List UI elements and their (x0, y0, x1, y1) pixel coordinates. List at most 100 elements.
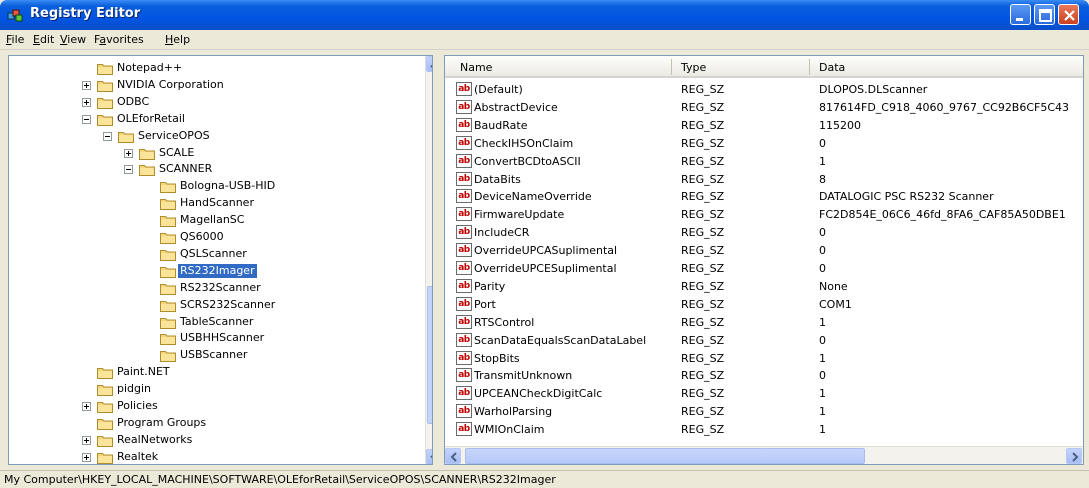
list-item[interactable]: ab TransmitUnknown REG_SZ 0 (445, 367, 1083, 385)
value-type: REG_SZ (681, 190, 725, 204)
tree-item[interactable]: MagellanSC (9, 212, 419, 230)
list-item[interactable]: ab CheckIHSOnClaim REG_SZ 0 (445, 135, 1083, 153)
list-item[interactable]: ab OverrideUPCESuplimental REG_SZ 0 (445, 260, 1083, 278)
list-item[interactable]: ab (Default) REG_SZ DLOPOS.DLScanner (445, 81, 1083, 99)
tree-item[interactable]: Paint.NET (9, 364, 419, 382)
tree-item[interactable]: SCRS232Scanner (9, 297, 419, 315)
value-name: ScanDataEqualsScanDataLabel (474, 333, 647, 347)
value-data: FC2D854E_06C6_46fd_8FA6_CAF85A50DBE1 (819, 208, 1066, 222)
tree-item[interactable]: QS6000 (9, 229, 419, 247)
value-type: REG_SZ (681, 154, 725, 168)
scroll-up-button[interactable] (426, 56, 432, 72)
expand-icon[interactable] (124, 148, 133, 158)
collapse-icon[interactable] (82, 114, 91, 124)
tree-item[interactable]: RS232Imager (9, 263, 419, 281)
tree-item[interactable]: Notepad++ (9, 60, 419, 78)
list-item[interactable]: ab WMIOnClaim REG_SZ 1 (445, 421, 1083, 439)
value-name: RTSControl (474, 315, 535, 329)
tree-item-label: Program Groups (117, 415, 207, 429)
close-button[interactable] (1058, 4, 1079, 25)
string-value-icon: ab (456, 135, 472, 150)
tree-vertical-scrollbar[interactable] (425, 56, 432, 464)
status-bar: My Computer\HKEY_LOCAL_MACHINE\SOFTWARE\… (0, 470, 1089, 488)
column-divider[interactable] (809, 59, 810, 75)
chevron-up-icon (430, 64, 432, 68)
expand-icon[interactable] (82, 435, 91, 445)
tree-scroll-thumb[interactable] (427, 286, 432, 424)
list-item[interactable]: ab OverrideUPCASuplimental REG_SZ 0 (445, 242, 1083, 260)
tree-item[interactable]: QSLScanner (9, 246, 419, 264)
list-item[interactable]: ab AbstractDevice REG_SZ 817614FD_C918_4060… (445, 99, 1083, 117)
value-name: UPCEANCheckDigitCalc (474, 387, 603, 401)
scroll-left-button[interactable] (445, 448, 461, 464)
tree-item[interactable]: USBScanner (9, 347, 419, 365)
list-item[interactable]: ab ScanDataEqualsScanDataLabel REG_SZ 0 (445, 332, 1083, 350)
expand-icon[interactable] (82, 402, 91, 411)
registry-key-tree[interactable]: Notepad++ NVIDIA Corporation ODBC OLEforRet… (8, 55, 433, 465)
expand-icon[interactable] (82, 452, 91, 462)
title-bar[interactable]: Registry Editor (0, 0, 1089, 30)
tree-item[interactable]: pidgin (9, 381, 419, 399)
maximize-button[interactable] (1034, 4, 1055, 25)
minimize-button[interactable] (1010, 4, 1031, 25)
scroll-right-button[interactable] (1066, 448, 1082, 464)
tree-item[interactable]: HandScanner (9, 195, 419, 213)
menu-help[interactable]: Help (165, 33, 190, 46)
list-horizontal-scrollbar[interactable] (445, 446, 1083, 464)
menu-view[interactable]: View (60, 33, 86, 46)
value-data: None (819, 279, 848, 293)
folder-icon (97, 383, 113, 397)
value-type: REG_SZ (681, 351, 725, 365)
tree-item[interactable]: ServiceOPOS (9, 128, 419, 146)
tree-item[interactable]: RealNetworks (9, 432, 419, 450)
list-item[interactable]: ab DeviceNameOverride REG_SZ DATALOGIC PSC … (445, 188, 1083, 206)
tree-item[interactable]: Realtek (9, 449, 419, 464)
list-item[interactable]: ab RTSControl REG_SZ 1 (445, 314, 1083, 332)
tree-item-label: MagellanSC (180, 213, 245, 227)
tree-item[interactable]: USBHHScanner (9, 330, 419, 348)
list-item[interactable]: ab WarholParsing REG_SZ 1 (445, 403, 1083, 421)
list-item[interactable]: ab ConvertBCDtoASCII REG_SZ 1 (445, 153, 1083, 171)
tree-item[interactable]: ODBC (9, 94, 419, 112)
list-header: Name Type Data (445, 56, 1083, 78)
folder-icon (97, 400, 113, 413)
list-item[interactable]: ab IncludeCR REG_SZ 0 (445, 224, 1083, 242)
collapse-icon[interactable] (103, 131, 112, 141)
tree-item[interactable]: SCANNER (9, 161, 419, 179)
menu-favorites[interactable]: Favorites (94, 33, 144, 46)
list-item[interactable]: ab StopBits REG_SZ 1 (445, 350, 1083, 368)
list-scroll-thumb[interactable] (465, 448, 865, 464)
collapse-icon[interactable] (124, 165, 133, 175)
column-divider[interactable] (671, 59, 672, 75)
tree-item[interactable]: Policies (9, 398, 419, 416)
tree-item[interactable]: Bologna-USB-HID (9, 178, 419, 196)
menu-edit[interactable]: Edit (33, 33, 54, 46)
value-type: REG_SZ (681, 315, 725, 329)
tree-item[interactable]: SCALE (9, 145, 419, 163)
folder-icon (160, 349, 176, 363)
list-item[interactable]: ab Parity REG_SZ None (445, 278, 1083, 296)
string-value-icon: ab (456, 207, 472, 222)
tree-item[interactable]: NVIDIA Corporation (9, 77, 419, 95)
value-type: REG_SZ (681, 387, 725, 401)
tree-item[interactable]: Program Groups (9, 415, 419, 433)
list-item[interactable]: ab DataBits REG_SZ 8 (445, 171, 1083, 189)
list-item[interactable]: ab Port REG_SZ COM1 (445, 296, 1083, 314)
value-data: 0 (819, 369, 826, 383)
folder-icon (97, 79, 113, 92)
tree-item[interactable]: TableScanner (9, 314, 419, 332)
menu-file[interactable]: File (6, 33, 24, 46)
scroll-down-button[interactable] (426, 449, 432, 464)
expand-icon[interactable] (82, 80, 91, 90)
tree-item[interactable]: OLEforRetail (9, 111, 419, 129)
chevron-down-icon (430, 455, 432, 459)
tree-item[interactable]: RS232Scanner (9, 280, 419, 298)
list-item[interactable]: ab BaudRate REG_SZ 115200 (445, 117, 1083, 135)
column-header-name[interactable]: Name (460, 61, 492, 74)
column-header-type[interactable]: Type (681, 61, 706, 74)
expand-icon[interactable] (82, 97, 91, 107)
list-item[interactable]: ab UPCEANCheckDigitCalc REG_SZ 1 (445, 385, 1083, 403)
registry-values-list[interactable]: Name Type Data ab (Default) REG_SZ DLOPOS.D… (444, 55, 1084, 465)
column-header-data[interactable]: Data (819, 61, 845, 74)
list-item[interactable]: ab FirmwareUpdate REG_SZ FC2D854E_06C6_46fd… (445, 206, 1083, 224)
